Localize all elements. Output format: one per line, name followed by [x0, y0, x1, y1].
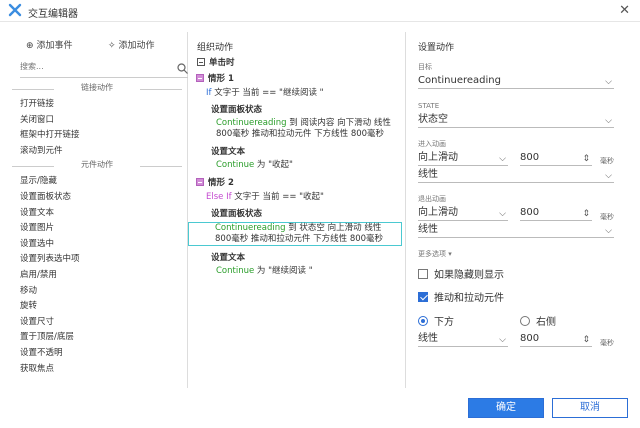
- push-pull-checkbox[interactable]: 推动和拉动元件: [418, 292, 504, 306]
- show-if-hidden-checkbox[interactable]: 如果隐藏则显示: [418, 269, 504, 283]
- chevron-down-icon: ⌵: [605, 171, 612, 181]
- checkbox-checked-icon[interactable]: [418, 292, 428, 302]
- action-item[interactable]: 设置尺寸: [8, 315, 186, 331]
- exit-duration-input[interactable]: 800 ⇕: [520, 204, 592, 221]
- target-label: 目标: [418, 63, 432, 71]
- enter-easing-select[interactable]: 线性 ⌵: [418, 166, 614, 183]
- radio-selected-icon[interactable]: [418, 316, 428, 326]
- title-bar: 交互编辑器 ✕: [0, 0, 640, 22]
- action-item[interactable]: 移动: [8, 284, 186, 300]
- action-set-panel-state[interactable]: 设置面板状态: [188, 102, 404, 118]
- push-easing-select[interactable]: 线性 ⌵: [418, 330, 508, 347]
- add-action-icon: ✧: [108, 41, 116, 51]
- chevron-down-icon: ⌵: [499, 335, 506, 345]
- direction-right-radio[interactable]: 右侧: [520, 316, 556, 330]
- state-label: STATE: [418, 102, 440, 110]
- action-item[interactable]: 设置文本: [8, 206, 186, 222]
- group-widget-actions: 元件动作: [8, 159, 186, 174]
- enter-animation-label: 进入动画: [418, 140, 446, 148]
- search-icon[interactable]: [177, 63, 188, 74]
- condition-2[interactable]: Else If 文字于 当前 == "收起": [188, 192, 404, 206]
- action-item[interactable]: 设置列表选中项: [8, 252, 186, 268]
- collapse-icon[interactable]: [196, 178, 204, 186]
- action-item[interactable]: 获取焦点: [8, 362, 186, 378]
- case-node-2[interactable]: 情形 2: [188, 178, 404, 192]
- action-tree: 单击时 情形 1 If 文字于 当前 == "继续阅读 " 设置面板状态 Con…: [188, 58, 404, 277]
- unit-label: 毫秒: [600, 339, 614, 347]
- state-select[interactable]: 状态空 ⌵: [418, 111, 614, 128]
- case-node-1[interactable]: 情形 1: [188, 74, 404, 88]
- action-item[interactable]: 滚动到元件: [8, 144, 186, 160]
- action-item[interactable]: 启用/禁用: [8, 268, 186, 284]
- exit-animation-label: 退出动画: [418, 195, 446, 203]
- target-select[interactable]: Continuereading ⌵: [418, 72, 614, 89]
- event-node[interactable]: 单击时: [188, 58, 404, 74]
- ok-button[interactable]: 确定: [468, 398, 544, 418]
- condition-1[interactable]: If 文字于 当前 == "继续阅读 ": [188, 88, 404, 102]
- chevron-down-icon: ⌵: [605, 116, 612, 126]
- selected-action-detail[interactable]: Continuereading 到 状态空 向上滑动 线性 800毫秒 推动和拉动…: [188, 222, 402, 246]
- caret-down-icon: ▾: [448, 250, 452, 258]
- radio-icon[interactable]: [520, 316, 530, 326]
- exit-animation-select[interactable]: 向上滑动 ⌵: [418, 204, 508, 221]
- close-icon[interactable]: ✕: [619, 3, 630, 18]
- action-item[interactable]: 关闭窗口: [8, 113, 186, 129]
- organize-actions-panel: 组织动作 单击时 情形 1 If 文字于 当前 == "继续阅读 " 设置面板状…: [188, 32, 406, 388]
- unit-label: 毫秒: [600, 157, 614, 165]
- search-box: [20, 62, 188, 78]
- action-detail[interactable]: Continue 为 "收起": [188, 160, 404, 171]
- panel-title: 组织动作: [197, 43, 234, 53]
- action-set-panel-state[interactable]: 设置面板状态: [188, 206, 404, 222]
- exit-easing-select[interactable]: 线性 ⌵: [418, 221, 614, 238]
- action-item[interactable]: 设置面板状态: [8, 190, 186, 206]
- chevron-down-icon: ⌵: [605, 77, 612, 87]
- enter-animation-select[interactable]: 向上滑动 ⌵: [418, 149, 508, 166]
- action-set-text[interactable]: 设置文本: [188, 144, 404, 160]
- collapse-icon[interactable]: [197, 58, 205, 66]
- tab-add-action[interactable]: ✧ 添加动作: [108, 38, 155, 54]
- cancel-button[interactable]: 取消: [552, 398, 628, 418]
- collapse-icon[interactable]: [196, 74, 204, 82]
- action-item[interactable]: 打开链接: [8, 97, 186, 113]
- window-title: 交互编辑器: [28, 9, 78, 20]
- panel-title: 设置动作: [418, 43, 455, 53]
- action-item[interactable]: 设置图片: [8, 221, 186, 237]
- action-set-text[interactable]: 设置文本: [188, 250, 404, 266]
- stepper-icon[interactable]: ⇕: [582, 332, 590, 349]
- configure-action-panel: 设置动作 目标 Continuereading ⌵ STATE 状态空 ⌵ 进入动画…: [406, 32, 634, 388]
- chevron-down-icon: ⌵: [605, 226, 612, 236]
- action-item[interactable]: 框架中打开链接: [8, 128, 186, 144]
- action-item[interactable]: 设置不透明: [8, 346, 186, 362]
- tab-add-event[interactable]: ⊕ 添加事件: [26, 38, 73, 54]
- axure-logo-icon: [8, 3, 22, 17]
- action-detail[interactable]: Continuereading 到 阅读内容 向下滑动 线性 800毫秒 推动和拉…: [188, 118, 404, 140]
- search-input[interactable]: [20, 62, 170, 71]
- push-duration-input[interactable]: 800 ⇕: [520, 330, 592, 347]
- add-event-icon: ⊕: [26, 41, 34, 51]
- more-options-toggle[interactable]: 更多选项 ▾: [418, 249, 452, 259]
- action-item[interactable]: 旋转: [8, 299, 186, 315]
- checkbox-icon[interactable]: [418, 269, 428, 279]
- action-item[interactable]: 设置选中: [8, 237, 186, 253]
- group-link-actions: 链接动作: [8, 82, 186, 97]
- action-list: 链接动作 打开链接 关闭窗口 框架中打开链接 滚动到元件 元件动作 显示/隐藏 …: [8, 82, 186, 377]
- action-item[interactable]: 显示/隐藏: [8, 174, 186, 190]
- action-item[interactable]: 置于顶层/底层: [8, 330, 186, 346]
- actions-library-panel: ⊕添加事件 ✧添加动作 链接动作 打开链接 关闭窗口 框架中打开链接 滚动到元件…: [8, 32, 188, 388]
- direction-below-radio[interactable]: 下方: [418, 316, 454, 330]
- enter-duration-input[interactable]: 800 ⇕: [520, 149, 592, 166]
- action-detail[interactable]: Continue 为 "继续阅读 ": [188, 266, 404, 277]
